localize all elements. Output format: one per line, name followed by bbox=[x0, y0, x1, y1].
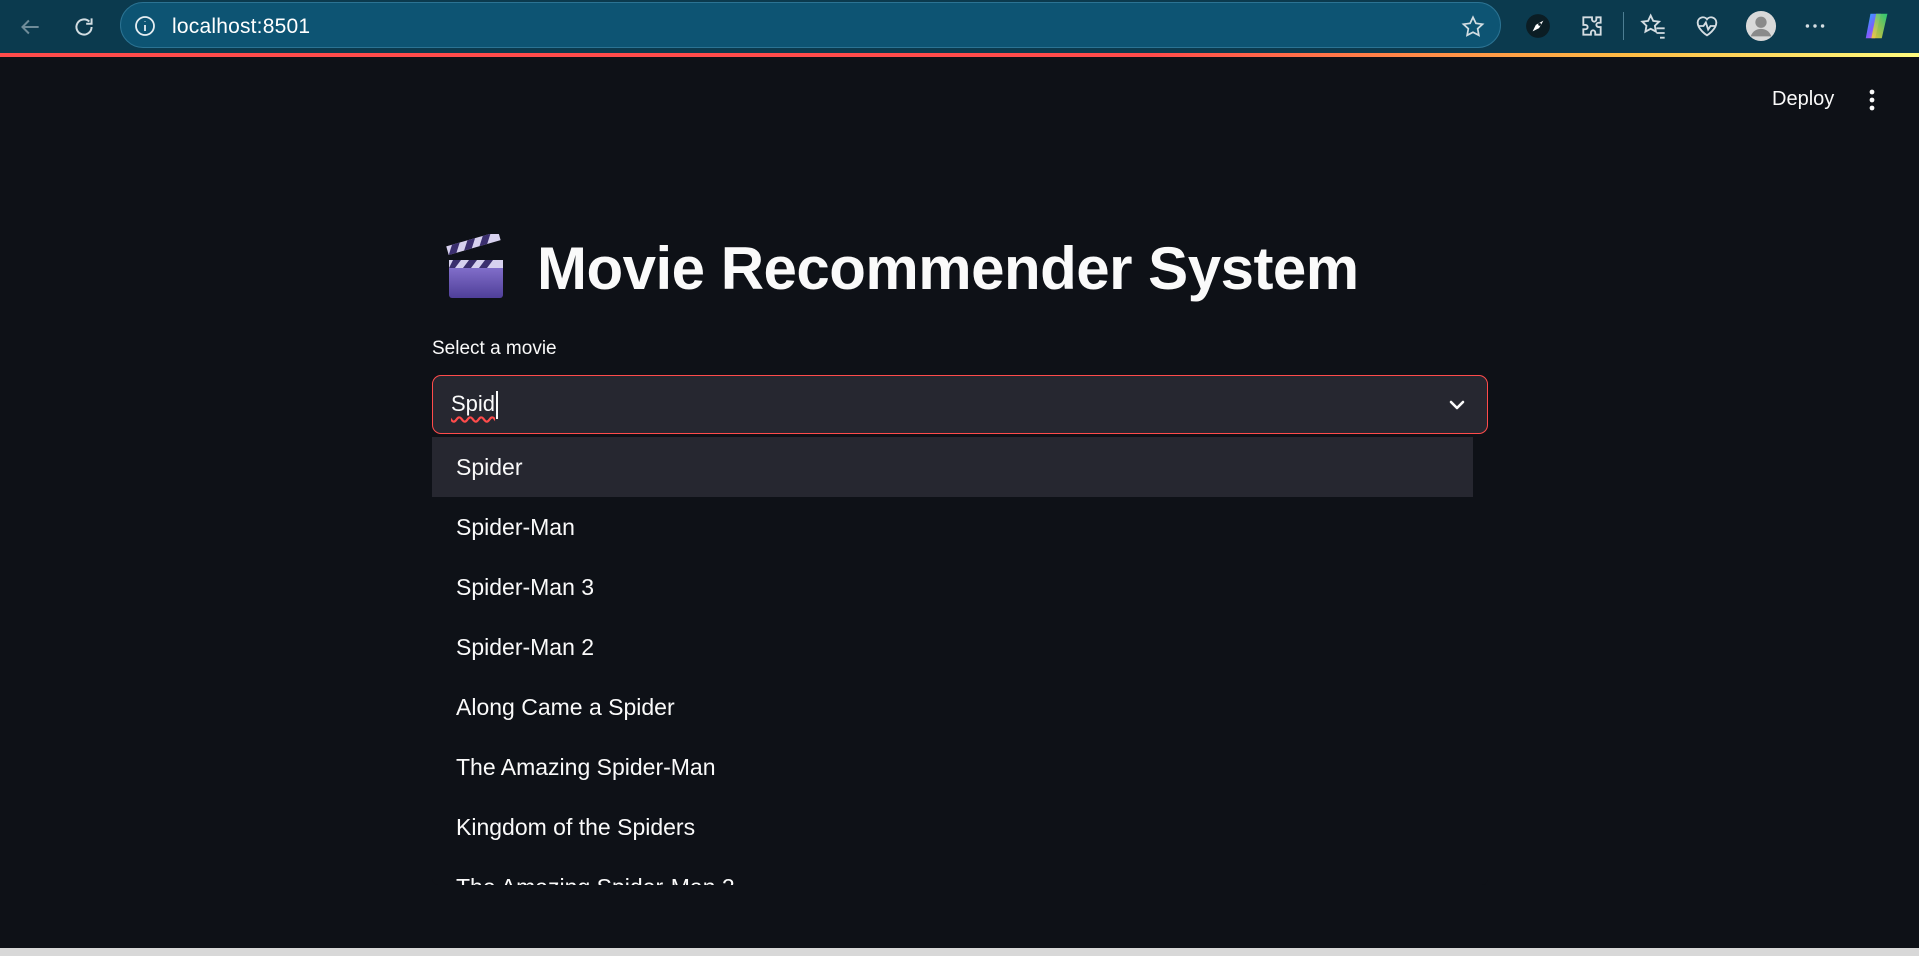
extension-rocket-icon[interactable] bbox=[1522, 10, 1554, 42]
dropdown-option[interactable]: The Amazing Spider-Man 2 bbox=[432, 857, 1473, 886]
back-arrow-icon[interactable] bbox=[12, 9, 48, 45]
more-menu-icon[interactable] bbox=[1799, 10, 1831, 42]
copilot-icon[interactable] bbox=[1862, 10, 1894, 42]
text-cursor bbox=[496, 391, 499, 420]
address-bar[interactable]: localhost:8501 bbox=[120, 2, 1501, 48]
dropdown-option[interactable]: Along Came a Spider bbox=[432, 677, 1473, 737]
toolbar-divider bbox=[1623, 12, 1624, 40]
dropdown-option[interactable]: Kingdom of the Spiders bbox=[432, 797, 1473, 857]
url-text[interactable]: localhost:8501 bbox=[172, 15, 310, 39]
refresh-icon[interactable] bbox=[66, 9, 102, 45]
select-label: Select a movie bbox=[432, 338, 557, 359]
window-bottom-edge bbox=[0, 948, 1919, 956]
deploy-button[interactable]: Deploy bbox=[1772, 88, 1834, 111]
movie-select[interactable]: Spid bbox=[432, 375, 1488, 434]
dropdown-option[interactable]: The Amazing Spider-Man bbox=[432, 737, 1473, 797]
browser-toolbar: localhost:8501 bbox=[0, 0, 1919, 53]
dropdown-option[interactable]: Spider-Man 3 bbox=[432, 557, 1473, 617]
site-info-icon[interactable] bbox=[133, 14, 157, 38]
clapper-board-icon bbox=[445, 231, 507, 302]
main-menu-icon[interactable] bbox=[1860, 86, 1884, 114]
select-typed-text: Spid bbox=[451, 391, 496, 416]
chevron-down-icon[interactable] bbox=[1445, 393, 1469, 417]
dropdown-option[interactable]: Spider bbox=[432, 437, 1473, 497]
page-title-row: Movie Recommender System bbox=[445, 228, 1359, 308]
favorite-star-icon[interactable] bbox=[1460, 14, 1486, 40]
browser-essentials-icon[interactable] bbox=[1691, 10, 1723, 42]
profile-avatar-icon[interactable] bbox=[1745, 10, 1777, 42]
favorites-icon[interactable] bbox=[1637, 10, 1669, 42]
dropdown-option[interactable]: Spider-Man 2 bbox=[432, 617, 1473, 677]
extensions-puzzle-icon[interactable] bbox=[1576, 10, 1608, 42]
app-decoration-bar bbox=[0, 53, 1919, 57]
dropdown-option[interactable]: Spider-Man bbox=[432, 497, 1473, 557]
page-title: Movie Recommender System bbox=[537, 234, 1359, 302]
dropdown-scrollbar[interactable] bbox=[1474, 437, 1486, 885]
select-dropdown: Spider Spider-Man Spider-Man 3 Spider-Ma… bbox=[432, 437, 1488, 885]
select-search-input[interactable]: Spid bbox=[451, 391, 499, 420]
